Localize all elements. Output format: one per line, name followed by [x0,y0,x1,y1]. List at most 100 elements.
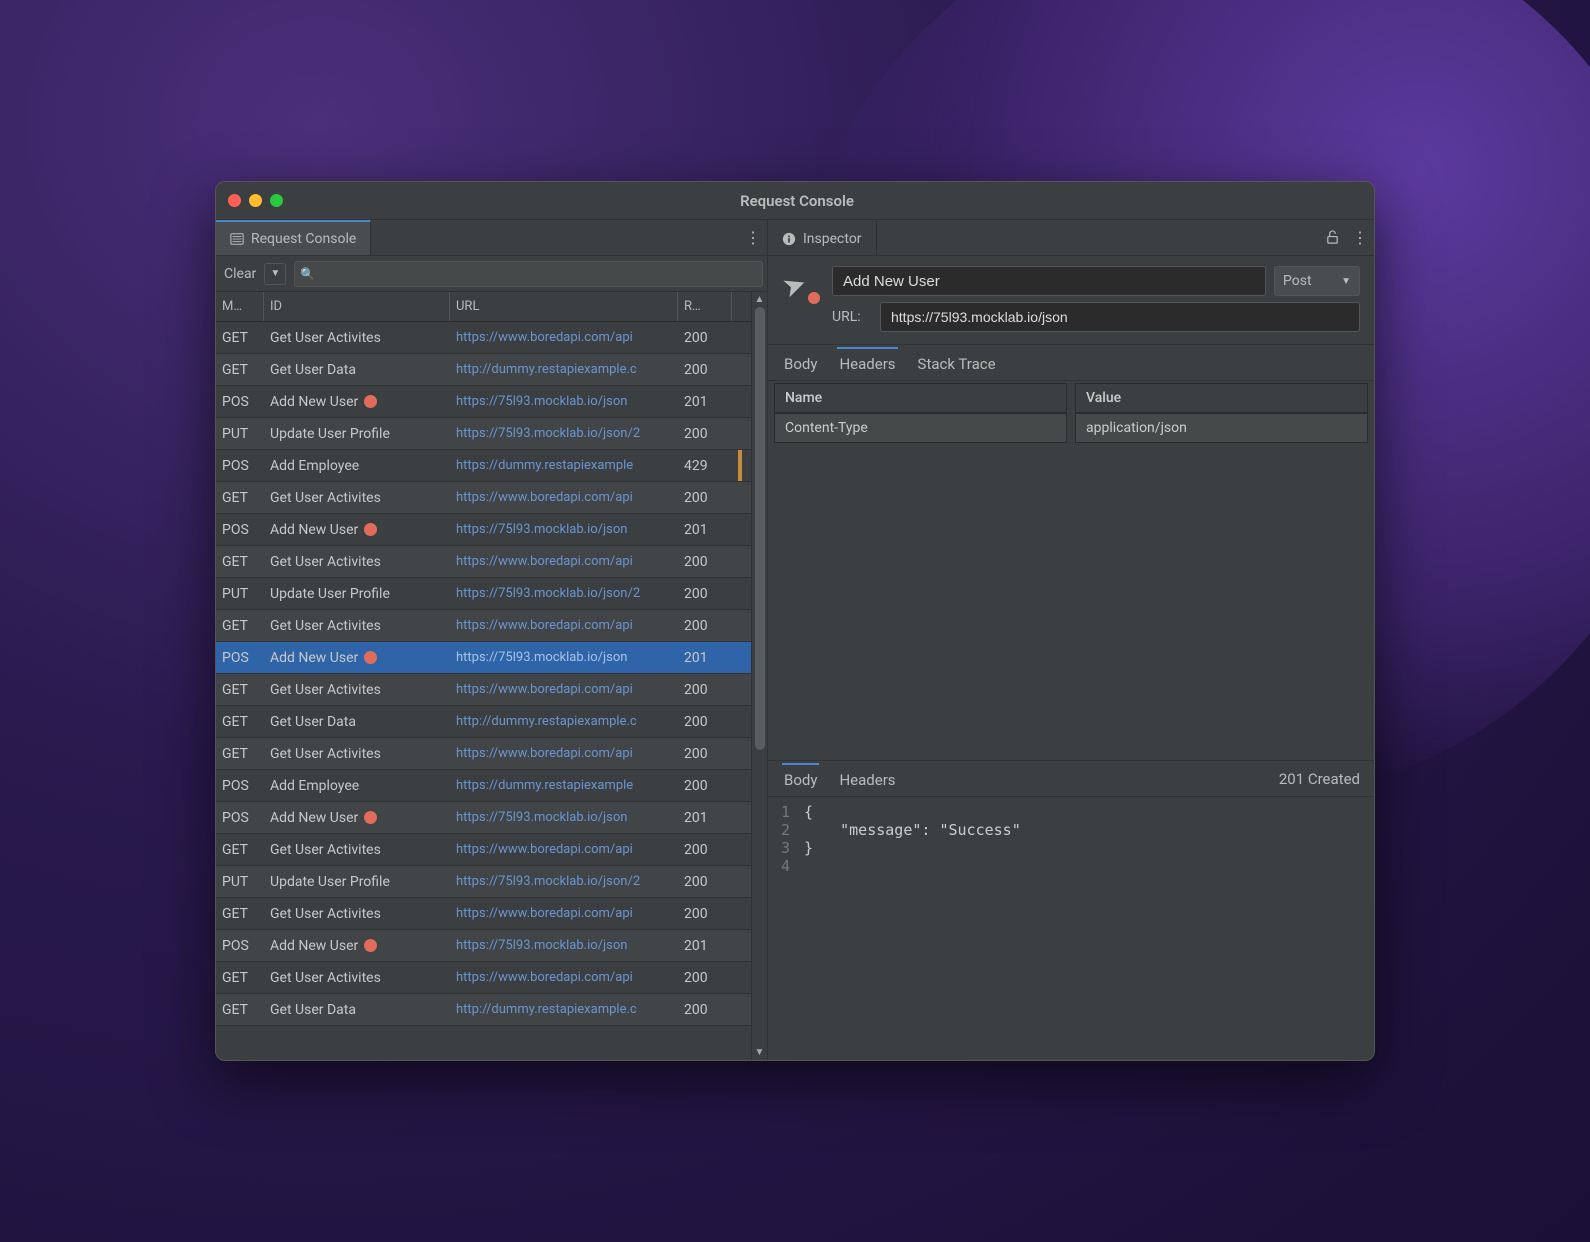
table-row[interactable]: PUTUpdate User Profilehttps://75l93.mock… [216,418,751,450]
table-row[interactable]: GETGet User Datahttp://dummy.restapiexam… [216,706,751,738]
cell-status: 200 [678,994,732,1025]
line-content: "message": "Success" [804,821,1021,839]
table-row[interactable]: PUTUpdate User Profilehttps://75l93.mock… [216,578,751,610]
table-row[interactable]: GETGet User Activiteshttps://www.boredap… [216,322,751,354]
cell-spacer [732,770,751,801]
cell-id: Get User Activites [264,322,450,353]
list-icon [230,232,244,246]
subtab-body[interactable]: Body [782,347,819,379]
toolbar: Clear ▼ 🔍 [216,256,767,292]
cell-status: 200 [678,546,732,577]
clear-button[interactable]: Clear [220,264,260,284]
tab-request-console[interactable]: Request Console [216,220,371,255]
minimize-icon[interactable] [249,194,262,207]
headers-table: Name Value Content-Type application/json [768,381,1374,443]
table-row[interactable]: POSAdd Employeehttps://dummy.restapiexam… [216,450,751,482]
method-label: Post [1283,273,1312,289]
cell-id: Add New User [264,642,450,673]
cell-spacer [732,706,751,737]
table-row[interactable]: PUTUpdate User Profilehttps://75l93.mock… [216,866,751,898]
filter-dropdown[interactable]: ▼ [264,263,286,285]
subtab-headers[interactable]: Headers [837,347,897,379]
header-value[interactable]: application/json [1075,413,1368,443]
cell-method: POS [216,930,264,961]
scroll-down-icon[interactable]: ▼ [755,1045,765,1060]
request-name-input[interactable] [832,266,1266,296]
subtab-stack-trace[interactable]: Stack Trace [916,347,998,379]
scroll-thumb[interactable] [755,307,765,750]
cell-url: https://75l93.mocklab.io/json/2 [450,418,678,449]
cell-status: 200 [678,610,732,641]
table-row[interactable]: GETGet User Activiteshttps://www.boredap… [216,834,751,866]
response-body[interactable]: 1{2 "message": "Success"3}4 [768,797,1374,1060]
unlock-button[interactable] [1318,224,1346,252]
cell-spacer [732,866,751,897]
table-row[interactable]: GETGet User Datahttp://dummy.restapiexam… [216,994,751,1026]
table-row[interactable]: GETGet User Datahttp://dummy.restapiexam… [216,354,751,386]
cell-url: https://www.boredapi.com/api [450,962,678,993]
col-status[interactable]: R… [678,292,732,321]
table-row[interactable]: GETGet User Activiteshttps://www.boredap… [216,674,751,706]
cell-url: https://75l93.mocklab.io/json/2 [450,866,678,897]
cell-method: GET [216,674,264,705]
col-id[interactable]: ID [264,292,450,321]
header-col-name[interactable]: Name [774,383,1067,413]
table-row[interactable]: GETGet User Activiteshttps://www.boredap… [216,482,751,514]
scrollbar[interactable]: ▲ ▼ [751,292,767,1060]
scroll-up-icon[interactable]: ▲ [755,292,765,307]
maximize-icon[interactable] [270,194,283,207]
table-body[interactable]: M… ID URL R… GETGet User Activiteshttps:… [216,292,751,1060]
app-window: Request Console Request Console ⋮ Clear … [215,181,1375,1061]
cell-method: PUT [216,866,264,897]
response-area: Body Headers 201 Created 1{2 "message": … [768,760,1374,1060]
table-row[interactable]: POSAdd Employeehttps://dummy.restapiexam… [216,770,751,802]
titlebar: Request Console [216,182,1374,220]
col-method[interactable]: M… [216,292,264,321]
cell-url: https://75l93.mocklab.io/json [450,386,678,417]
col-url[interactable]: URL [450,292,678,321]
tab-menu-button[interactable]: ⋮ [739,224,767,252]
table-row[interactable]: GETGet User Activiteshttps://www.boredap… [216,546,751,578]
table-row[interactable]: POSAdd New Userhttps://75l93.mocklab.io/… [216,930,751,962]
cell-id: Add New User [264,386,450,417]
cell-id: Add New User [264,514,450,545]
cell-method: POS [216,802,264,833]
table-row[interactable]: POSAdd New Userhttps://75l93.mocklab.io/… [216,386,751,418]
cell-id: Get User Activites [264,962,450,993]
cell-id: Add New User [264,802,450,833]
cell-spacer [732,322,751,353]
cell-url: https://www.boredapi.com/api [450,738,678,769]
table-row[interactable]: GETGet User Activiteshttps://www.boredap… [216,898,751,930]
cell-spacer [732,738,751,769]
resp-subtab-headers[interactable]: Headers [837,763,897,795]
header-row[interactable]: Content-Type application/json [774,413,1368,443]
scroll-track[interactable] [755,307,765,1045]
unlock-icon [1325,230,1340,245]
search-field: 🔍 [294,261,763,287]
table-row[interactable]: GETGet User Activiteshttps://www.boredap… [216,962,751,994]
table-row[interactable]: POSAdd New Userhttps://75l93.mocklab.io/… [216,514,751,546]
cell-method: GET [216,322,264,353]
cell-method: POS [216,514,264,545]
cell-spacer [732,546,751,577]
cell-id: Update User Profile [264,578,450,609]
tab-inspector[interactable]: Inspector [768,220,877,255]
url-input[interactable] [880,302,1360,332]
table-row[interactable]: POSAdd New Userhttps://75l93.mocklab.io/… [216,802,751,834]
left-pane: Request Console ⋮ Clear ▼ 🔍 M… ID [216,220,768,1060]
close-icon[interactable] [228,194,241,207]
table-row[interactable]: POSAdd New Userhttps://75l93.mocklab.io/… [216,642,751,674]
inspector-menu-button[interactable]: ⋮ [1346,224,1374,252]
table-row[interactable]: GETGet User Activiteshttps://www.boredap… [216,738,751,770]
cell-spacer [732,674,751,705]
resp-subtab-body[interactable]: Body [782,763,819,795]
header-col-value[interactable]: Value [1075,383,1368,413]
search-icon: 🔍 [300,267,315,281]
line-content: { [804,803,813,821]
method-select[interactable]: Post ▼ [1274,266,1360,296]
search-input[interactable] [294,261,763,287]
table-row[interactable]: GETGet User Activiteshttps://www.boredap… [216,610,751,642]
cell-spacer [732,482,751,513]
header-name[interactable]: Content-Type [774,413,1067,443]
tab-label: Request Console [251,231,356,247]
